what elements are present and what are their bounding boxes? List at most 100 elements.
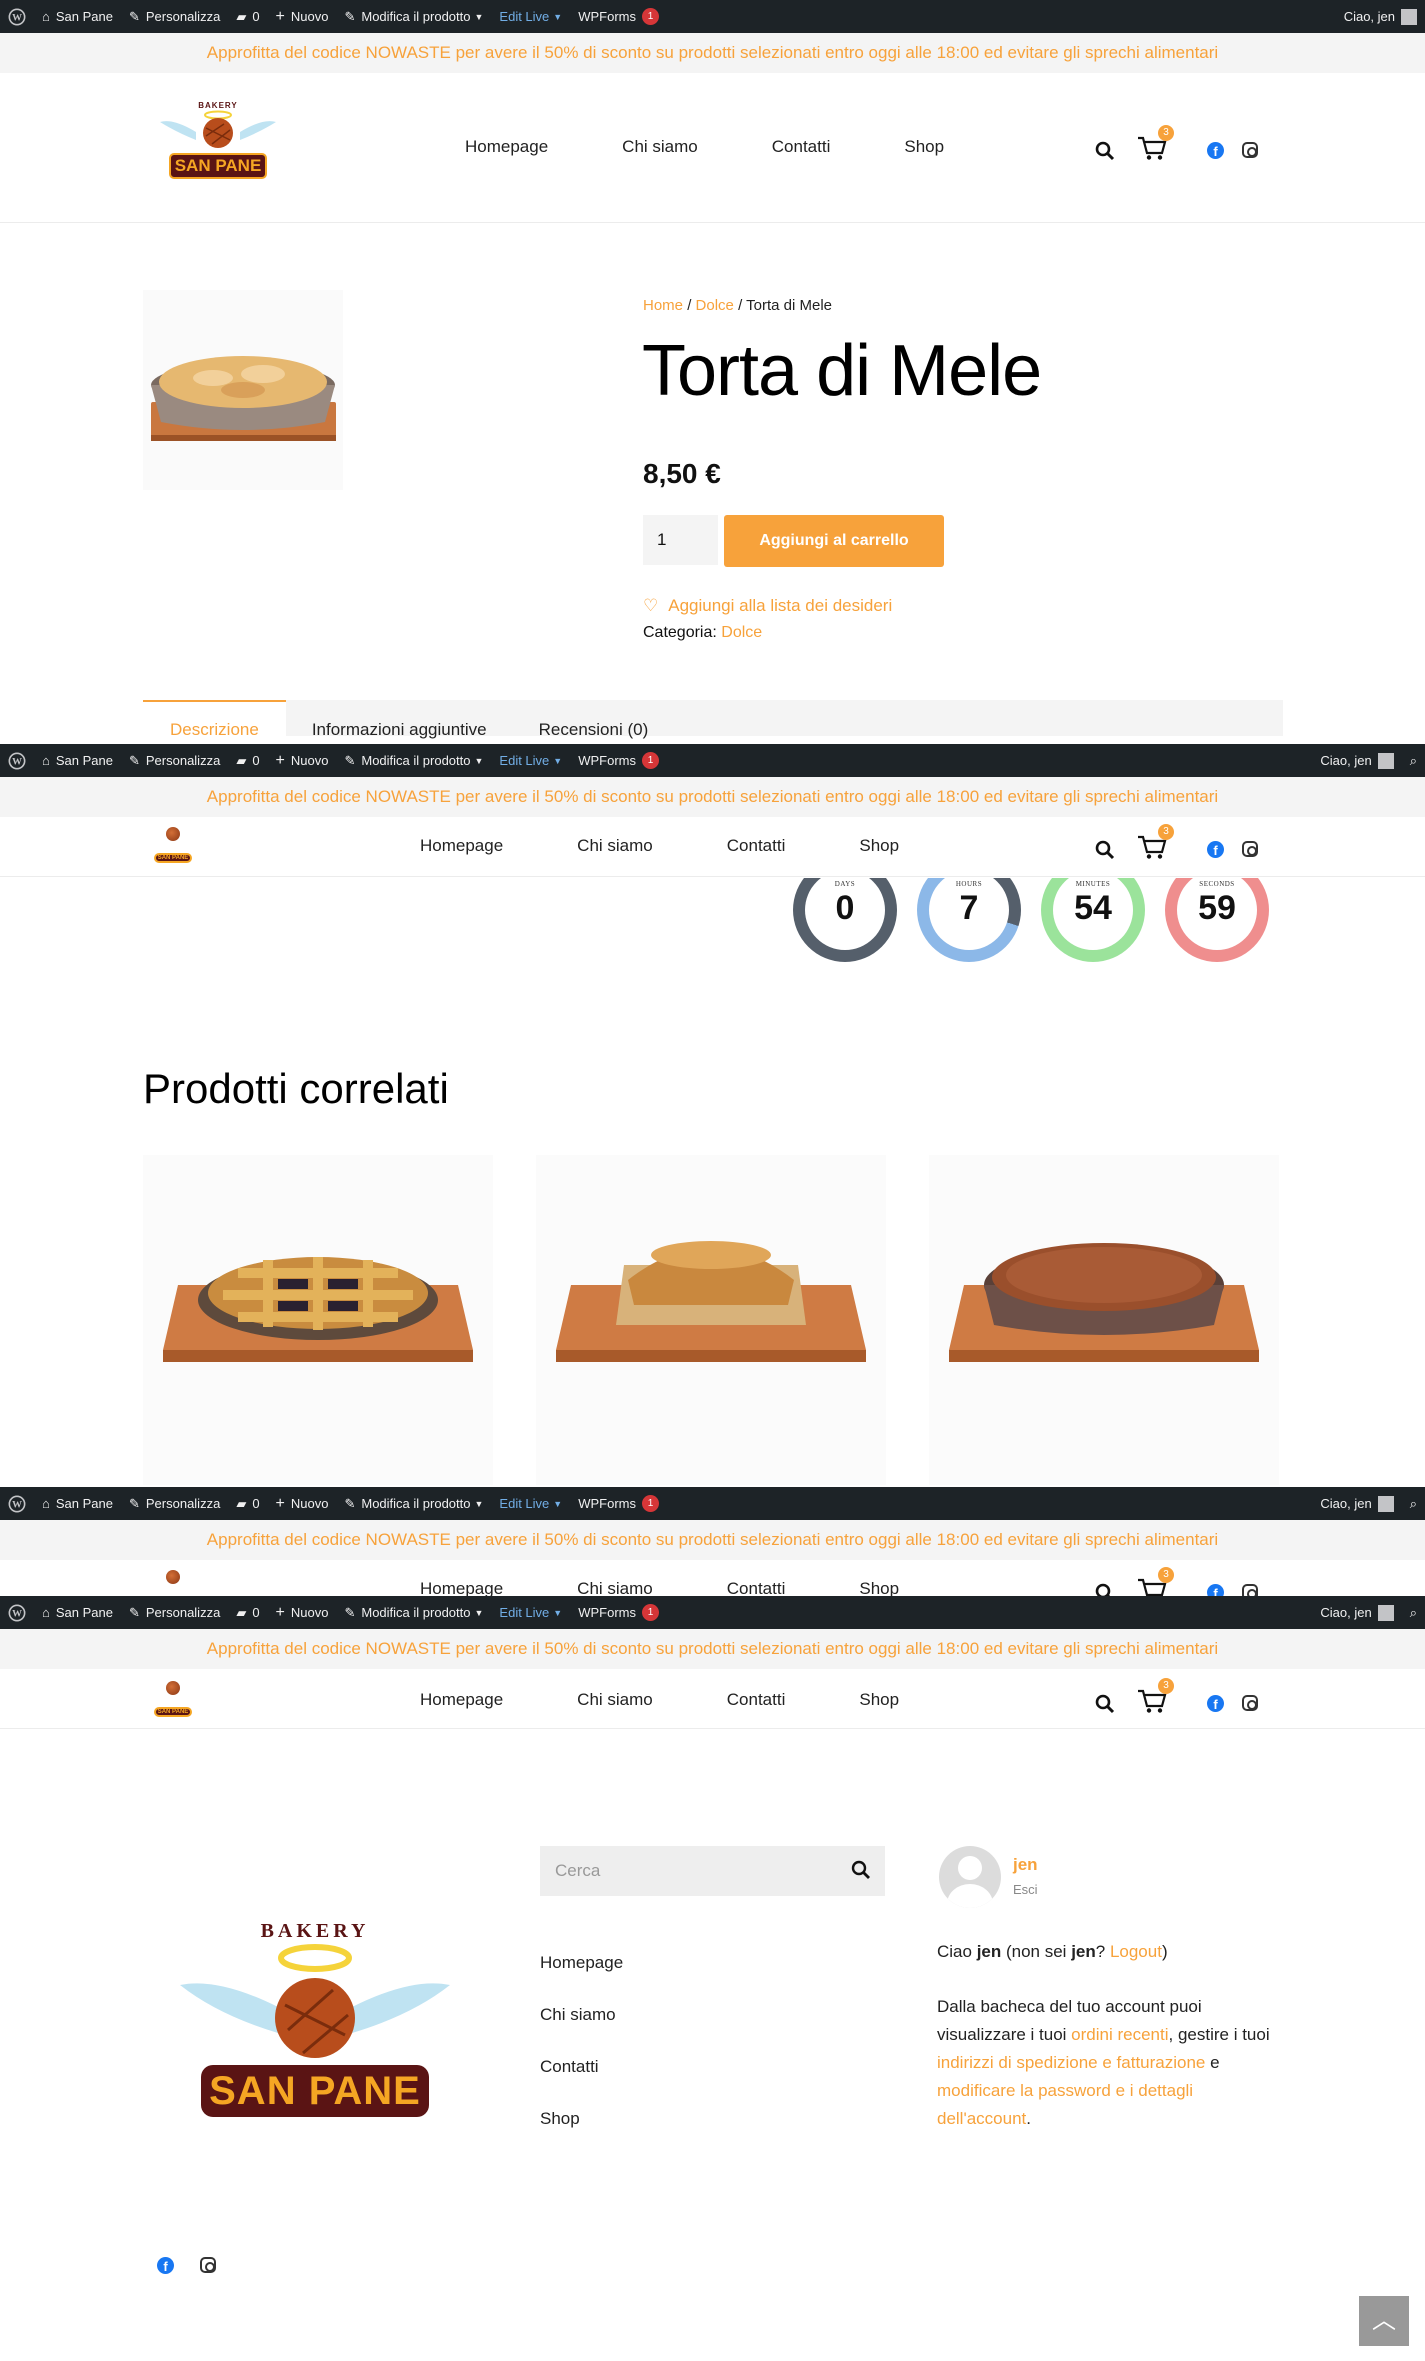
account-details-link[interactable]: modificare la password e i dettagli dell… — [937, 2081, 1193, 2128]
admin-edit-live-link[interactable]: Edit Live ▼ — [491, 0, 570, 33]
footer-link-homepage[interactable]: Homepage — [540, 1953, 623, 1973]
footer-logo[interactable]: BAKERY SAN PANE — [178, 1915, 452, 2130]
account-logout-link[interactable]: Logout — [1110, 1942, 1162, 1961]
admin-customize-link[interactable]: ✎ Personalizza — [121, 1596, 228, 1629]
admin-edit-live-link[interactable]: Edit Live ▼ — [491, 1596, 570, 1629]
scroll-to-top-button[interactable]: ︿ — [1359, 2296, 1409, 2346]
cart-button[interactable]: 3 — [1137, 1567, 1174, 1596]
instagram-icon[interactable] — [1242, 841, 1258, 857]
facebook-icon[interactable]: f — [1207, 1584, 1224, 1596]
admin-search-icon[interactable]: ⌕ — [1402, 1487, 1425, 1520]
admin-comments-link[interactable]: ▰ 0 — [228, 0, 267, 33]
admin-wpforms-link[interactable]: WPForms 1 — [570, 0, 667, 33]
admin-search-icon[interactable]: ⌕ — [1402, 1596, 1425, 1629]
nav-homepage[interactable]: Homepage — [420, 836, 503, 856]
admin-edit-link[interactable]: ✎ Modifica il prodotto ▼ — [336, 0, 491, 33]
admin-new-link[interactable]: + Nuovo — [268, 744, 337, 777]
admin-edit-live-link[interactable]: Edit Live ▼ — [491, 1487, 570, 1520]
category-link[interactable]: Dolce — [721, 624, 762, 641]
product-image[interactable] — [143, 290, 343, 490]
admin-account-link[interactable]: Ciao, jen — [1312, 1596, 1401, 1629]
quantity-input[interactable]: 1 — [643, 515, 718, 565]
nav-contatti[interactable]: Contatti — [772, 137, 831, 157]
admin-account-link[interactable]: Ciao, jen — [1312, 744, 1401, 777]
facebook-icon[interactable]: f — [1207, 142, 1224, 159]
nav-homepage[interactable]: Homepage — [465, 137, 548, 157]
admin-wpforms-link[interactable]: WPForms 1 — [570, 1596, 667, 1629]
nav-shop[interactable]: Shop — [904, 137, 944, 157]
admin-customize-link[interactable]: ✎ Personalizza — [121, 1487, 228, 1520]
cart-button[interactable]: 3 — [1137, 824, 1174, 865]
admin-site-link[interactable]: ⌂ San Pane — [34, 744, 121, 777]
admin-new-link[interactable]: + Nuovo — [268, 1487, 337, 1520]
admin-comments-link[interactable]: ▰ 0 — [228, 1596, 267, 1629]
nav-chi-siamo[interactable]: Chi siamo — [577, 1579, 653, 1596]
wordpress-icon[interactable]: W — [0, 744, 34, 777]
add-to-cart-button[interactable]: Aggiungi al carrello — [724, 515, 944, 567]
orders-link[interactable]: ordini recenti — [1071, 2025, 1168, 2044]
admin-edit-link[interactable]: ✎ Modifica il prodotto ▼ — [336, 744, 491, 777]
admin-account-link[interactable]: Ciao, jen — [1312, 1487, 1401, 1520]
instagram-icon[interactable] — [1242, 1584, 1258, 1596]
related-product-card[interactable] — [929, 1155, 1279, 1485]
tab-recensioni[interactable]: Recensioni (0) — [513, 700, 675, 739]
admin-edit-live-link[interactable]: Edit Live ▼ — [491, 744, 570, 777]
wordpress-icon[interactable]: W — [0, 1487, 34, 1520]
admin-edit-link[interactable]: ✎ Modifica il prodotto ▼ — [336, 1487, 491, 1520]
admin-site-link[interactable]: ⌂ San Pane — [34, 0, 121, 33]
nav-chi-siamo[interactable]: Chi siamo — [622, 137, 698, 157]
search-icon[interactable] — [1095, 1583, 1115, 1597]
nav-chi-siamo[interactable]: Chi siamo — [577, 1690, 653, 1710]
facebook-icon[interactable]: f — [1207, 841, 1224, 858]
site-logo-small[interactable] — [152, 1570, 194, 1589]
nav-shop[interactable]: Shop — [859, 1690, 899, 1710]
site-logo-small[interactable]: SAN PANE — [152, 827, 194, 864]
instagram-icon[interactable] — [1242, 142, 1258, 158]
wordpress-icon[interactable]: W — [0, 1596, 34, 1629]
facebook-icon[interactable]: f — [1207, 1695, 1224, 1712]
admin-customize-link[interactable]: ✎ Personalizza — [121, 744, 228, 777]
nav-homepage[interactable]: Homepage — [420, 1690, 503, 1710]
tab-descrizione[interactable]: Descrizione — [143, 700, 286, 739]
site-logo-small[interactable]: SAN PANE — [152, 1681, 194, 1718]
footer-link-shop[interactable]: Shop — [540, 2109, 580, 2129]
tab-informazioni[interactable]: Informazioni aggiuntive — [286, 700, 513, 739]
admin-customize-link[interactable]: ✎ Personalizza — [121, 0, 228, 33]
search-input[interactable]: Cerca — [540, 1846, 885, 1896]
facebook-icon[interactable]: f — [157, 2257, 174, 2274]
admin-new-link[interactable]: + Nuovo — [268, 1596, 337, 1629]
nav-shop[interactable]: Shop — [859, 836, 899, 856]
breadcrumb-category[interactable]: Dolce — [696, 297, 734, 314]
admin-comments-link[interactable]: ▰ 0 — [228, 744, 267, 777]
account-username[interactable]: jen — [1013, 1855, 1038, 1875]
search-icon[interactable] — [1095, 141, 1115, 161]
instagram-icon[interactable] — [1242, 1695, 1258, 1711]
wishlist-link[interactable]: ♡ Aggiungi alla lista dei desideri — [643, 596, 892, 616]
nav-contatti[interactable]: Contatti — [727, 1690, 786, 1710]
admin-wpforms-link[interactable]: WPForms 1 — [570, 1487, 667, 1520]
wordpress-icon[interactable]: W — [0, 0, 34, 33]
search-icon[interactable] — [851, 1860, 871, 1885]
admin-comments-link[interactable]: ▰ 0 — [228, 1487, 267, 1520]
admin-account-link[interactable]: Ciao, jen — [1336, 0, 1425, 33]
nav-contatti[interactable]: Contatti — [727, 1579, 786, 1596]
related-product-card[interactable] — [536, 1155, 886, 1485]
related-product-card[interactable] — [143, 1155, 493, 1485]
admin-site-link[interactable]: ⌂ San Pane — [34, 1487, 121, 1520]
nav-contatti[interactable]: Contatti — [727, 836, 786, 856]
footer-link-chi-siamo[interactable]: Chi siamo — [540, 2005, 616, 2025]
addresses-link[interactable]: indirizzi di spedizione e fatturazione — [937, 2053, 1205, 2072]
search-icon[interactable] — [1095, 1694, 1115, 1714]
search-icon[interactable] — [1095, 840, 1115, 860]
instagram-icon[interactable] — [200, 2257, 216, 2273]
admin-site-link[interactable]: ⌂ San Pane — [34, 1596, 121, 1629]
admin-edit-link[interactable]: ✎ Modifica il prodotto ▼ — [336, 1596, 491, 1629]
admin-new-link[interactable]: + Nuovo — [268, 0, 337, 33]
logout-link[interactable]: Esci — [1013, 1882, 1038, 1897]
nav-homepage[interactable]: Homepage — [420, 1579, 503, 1596]
nav-shop[interactable]: Shop — [859, 1579, 899, 1596]
cart-button[interactable]: 3 — [1137, 1678, 1174, 1719]
admin-search-icon[interactable]: ⌕ — [1402, 744, 1425, 777]
breadcrumb-home[interactable]: Home — [643, 297, 683, 314]
footer-link-contatti[interactable]: Contatti — [540, 2057, 599, 2077]
